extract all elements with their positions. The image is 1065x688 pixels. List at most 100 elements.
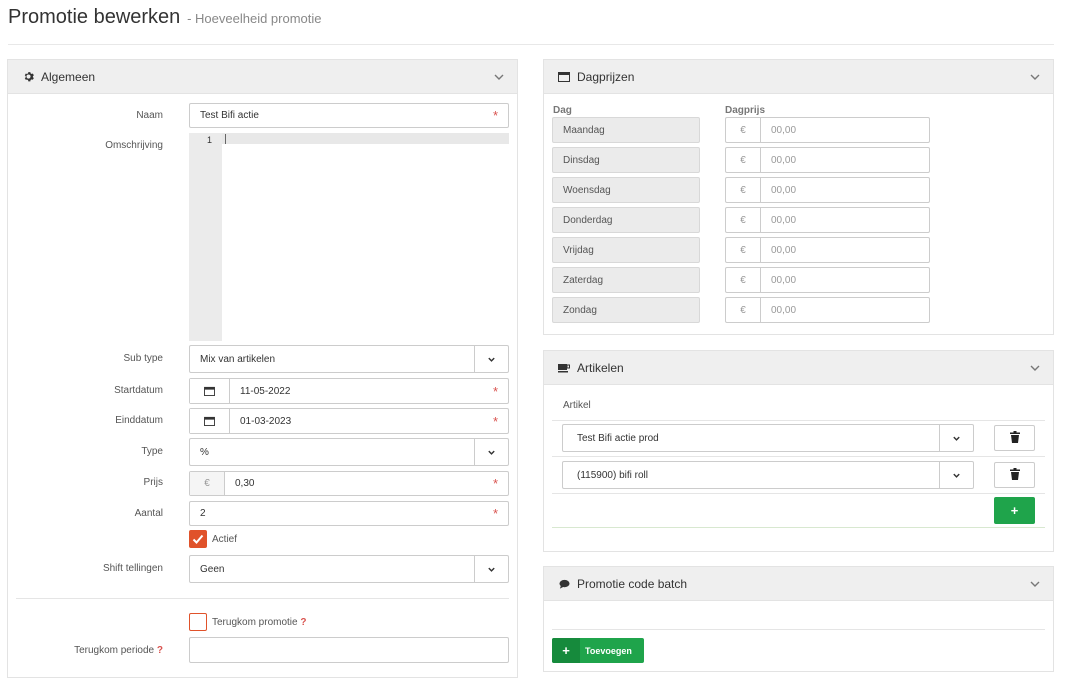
chevron-down-icon [474,346,508,372]
page-title-main: Promotie bewerken [8,6,181,28]
chevron-down-icon [474,556,508,582]
artikel-column-header: Artikel [563,400,591,411]
chevron-down-icon[interactable] [1029,71,1041,83]
dagprijzen-title: Dagprijzen [577,69,635,84]
day-label: Vrijdag [552,237,700,263]
day-label: Zaterdag [552,267,700,293]
required-mark: * [492,476,498,491]
page-title: Promotie bewerken - Hoeveelheid promotie [8,6,322,29]
shift-select[interactable]: Geen [189,555,509,583]
batch-divider [552,629,1045,630]
help-icon[interactable]: ? [157,645,163,656]
shift-value: Geen [200,563,225,575]
terugkom-periode-field[interactable] [189,637,509,663]
prijs-label: Prijs [143,477,163,488]
algemeen-header[interactable]: Algemeen [8,60,517,94]
toevoegen-label: Toevoegen [585,645,632,656]
chevron-down-icon[interactable] [493,71,505,83]
dagprijs-value: 00,00 [771,214,797,226]
subtype-select[interactable]: Mix van artikelen [189,345,509,373]
table-divider [552,456,1045,457]
type-select[interactable]: % [189,438,509,466]
delete-artikel-button[interactable] [994,462,1035,488]
terugkom-checkbox[interactable] [189,613,207,631]
required-mark: * [492,506,498,521]
type-value: % [200,446,209,458]
subtype-label: Sub type [123,353,163,364]
dagprijs-field[interactable]: €00,00 [725,177,930,203]
editor-cursor [225,134,226,144]
batch-title: Promotie code batch [577,576,688,591]
gear-icon [22,71,34,83]
naam-value: Test Bifi actie [200,110,259,121]
aantal-label: Aantal [134,508,163,519]
day-label: Woensdag [552,177,700,203]
terugkom-label: Terugkom promotie [212,617,298,628]
artikel-select[interactable]: Test Bifi actie prod [562,424,974,452]
terugkom-periode-label: Terugkom periode [74,645,155,656]
type-label: Type [141,446,163,457]
delete-artikel-button[interactable] [994,425,1035,451]
comment-icon [558,578,570,590]
artikel-value: Test Bifi actie prod [577,432,659,444]
dagprijs-field[interactable]: €00,00 [725,117,930,143]
table-divider [552,420,1045,421]
required-mark: * [492,108,498,123]
dagprijs-value: 00,00 [771,244,797,256]
terugkom-periode-label-wrap: Terugkom periode ? [8,645,163,656]
day-label: Donderdag [552,207,700,233]
einddatum-label: Einddatum [115,415,163,426]
editor-gutter: 1 [189,133,222,341]
trash-icon [1009,430,1020,446]
einddatum-field[interactable]: 01-03-2023 * [189,408,509,434]
dagprijs-field[interactable]: €00,00 [725,237,930,263]
subtype-value: Mix van artikelen [200,353,276,365]
dagprijzen-header[interactable]: Dagprijzen [544,60,1053,94]
startdatum-field[interactable]: 11-05-2022 * [189,378,509,404]
toevoegen-button[interactable]: + Toevoegen [552,638,644,663]
startdatum-value: 11-05-2022 [240,385,291,397]
actief-checkbox[interactable] [189,530,207,548]
euro-addon: € [726,178,761,202]
actief-label: Actief [212,534,238,545]
plus-icon: + [552,638,580,663]
required-mark: * [492,383,498,399]
artikel-select[interactable]: (115900) bifi roll [562,461,974,489]
artikelen-header[interactable]: Artikelen [544,351,1053,385]
calendar-icon [558,71,570,83]
dagprijs-value: 00,00 [771,274,797,286]
chevron-down-icon [939,425,973,451]
euro-addon: € [726,208,761,232]
chevron-down-icon [939,462,973,488]
title-divider [8,44,1054,45]
algemeen-title: Algemeen [41,69,96,84]
help-icon[interactable]: ? [300,617,306,628]
artikelen-title: Artikelen [577,360,624,375]
required-mark: * [492,413,498,429]
terugkom-label-wrap: Terugkom promotie ? [212,617,306,628]
day-label: Dinsdag [552,147,700,173]
coffee-icon [558,362,570,374]
chevron-down-icon[interactable] [1029,578,1041,590]
add-artikel-button[interactable]: + [994,497,1035,524]
dagprijs-field[interactable]: €00,00 [725,207,930,233]
dagprijs-field[interactable]: €00,00 [725,147,930,173]
omschrijving-editor[interactable]: 1 [189,133,509,341]
trash-icon [1009,467,1020,483]
naam-field[interactable]: Test Bifi actie * [189,103,509,128]
euro-addon: € [726,268,761,292]
calendar-icon[interactable] [190,409,230,433]
prijs-field[interactable]: € 0,30 * [189,471,509,496]
dagprijs-field[interactable]: €00,00 [725,297,930,323]
table-divider [552,493,1045,494]
dagprijs-value: 00,00 [771,184,797,196]
dagprijs-value: 00,00 [771,304,797,316]
dagprijs-field[interactable]: €00,00 [725,267,930,293]
calendar-icon[interactable] [190,379,230,403]
aantal-field[interactable]: 2 * [189,501,509,526]
euro-addon: € [190,472,225,495]
chevron-down-icon[interactable] [1029,362,1041,374]
prijs-value: 0,30 [235,478,255,489]
batch-header[interactable]: Promotie code batch [544,567,1053,601]
euro-addon: € [726,238,761,262]
